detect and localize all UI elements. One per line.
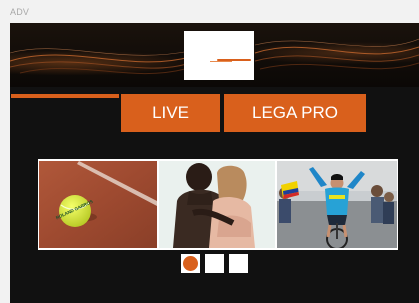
header-banner — [10, 23, 419, 87]
tab-live[interactable]: LIVE — [121, 94, 220, 132]
slide-tennis[interactable]: ROLAND GARROS — [39, 161, 157, 248]
adv-label: ADV — [10, 7, 30, 17]
tennis-ball-on-clay-image: ROLAND GARROS — [39, 161, 157, 248]
cyclist-celebrating-image — [277, 161, 397, 248]
image-slider: ROLAND GARROS — [38, 159, 398, 250]
site-panel: LIVE LEGA PRO ROLAND GARROS — [10, 23, 419, 303]
slide-couple[interactable] — [159, 161, 275, 248]
couple-portrait-image — [159, 161, 275, 248]
slide-cyclist[interactable] — [277, 161, 397, 248]
logo-mark-underline — [210, 61, 232, 62]
nav-accent-bar — [11, 94, 119, 98]
active-dot-indicator — [183, 256, 198, 271]
slider-dot-1[interactable] — [181, 254, 200, 273]
slider-dot-2[interactable] — [205, 254, 224, 273]
tab-lega-pro[interactable]: LEGA PRO — [224, 94, 366, 132]
slider-dot-3[interactable] — [229, 254, 248, 273]
site-logo[interactable] — [184, 31, 254, 80]
